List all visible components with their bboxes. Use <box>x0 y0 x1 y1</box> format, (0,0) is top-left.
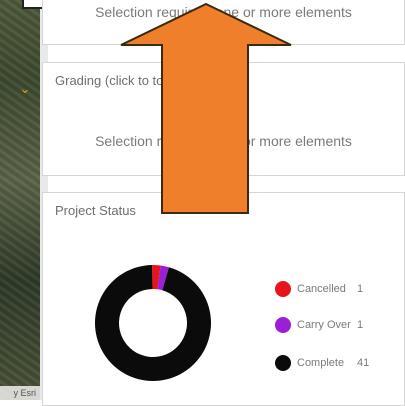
map-texture <box>0 0 40 400</box>
project-status-panel: Project Status Cancelled 1 Carry Over 1 Comp… <box>42 192 405 406</box>
map-view[interactable]: ⌄ y Esri <box>0 0 40 400</box>
selection-panel-1: Selection required: one or more elements <box>42 0 405 45</box>
legend-count: 1 <box>357 319 364 331</box>
selection-required-message: Selection required: one or more elements <box>95 4 352 20</box>
legend-label: Complete <box>297 357 345 369</box>
legend-label: Cancelled <box>297 283 346 295</box>
project-status-donut-chart[interactable] <box>93 263 213 383</box>
selection-required-message: Selection required: one or more elements <box>95 133 352 149</box>
grading-panel: Grading (click to toggle overlap) Select… <box>42 62 405 176</box>
legend-count: 41 <box>357 357 370 369</box>
legend-swatch <box>275 355 291 371</box>
legend-swatch <box>275 317 291 333</box>
chevron-down-icon[interactable]: ⌄ <box>18 82 32 96</box>
map-attribution: y Esri <box>0 386 40 400</box>
legend-swatch <box>275 281 291 297</box>
project-status-title: Project Status <box>55 203 136 218</box>
legend-count: 1 <box>357 283 364 295</box>
grading-panel-title[interactable]: Grading (click to toggle overlap) <box>55 73 239 88</box>
legend-label: Carry Over <box>297 319 351 331</box>
